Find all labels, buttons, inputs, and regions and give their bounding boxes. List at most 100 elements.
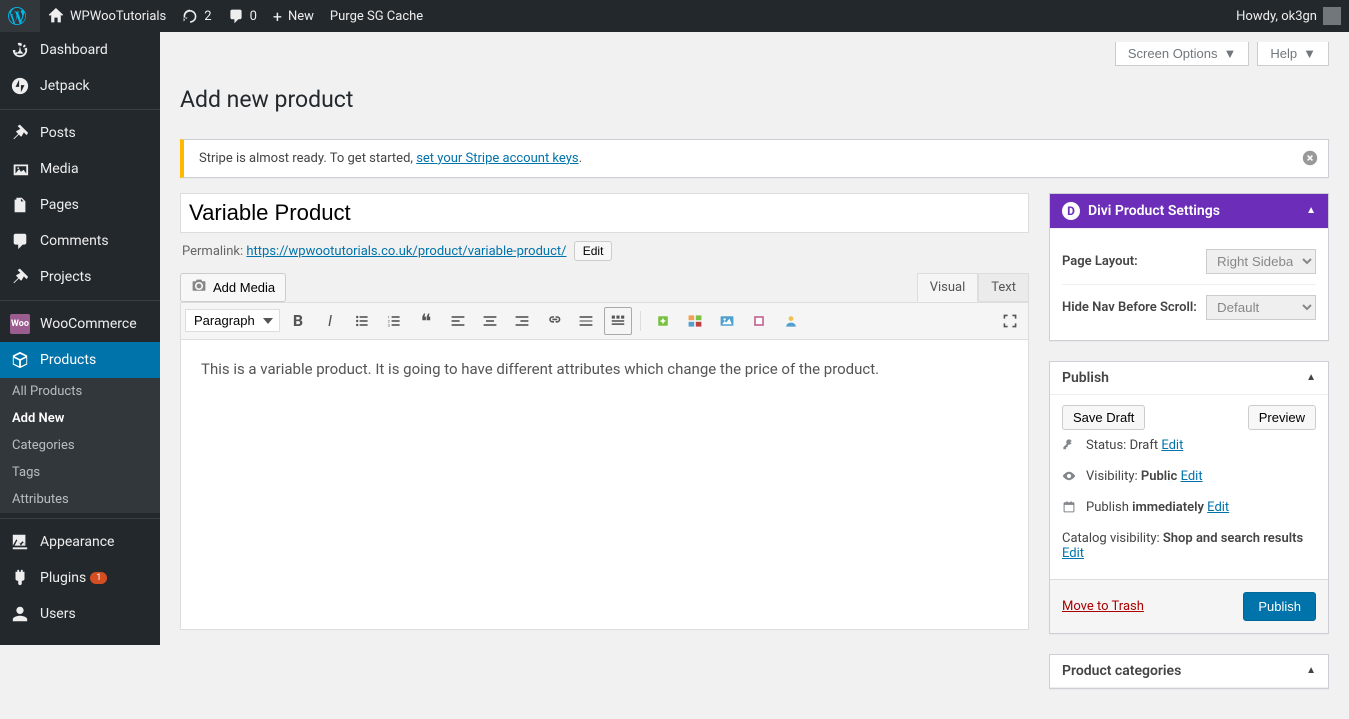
calendar-icon [1062,500,1078,514]
columns-button[interactable] [681,307,709,335]
avatar-icon [1323,7,1341,25]
edit-permalink-button[interactable]: Edit [574,241,613,261]
add-media-button[interactable]: Add Media [180,273,286,302]
edit-catalog-link[interactable]: Edit [1062,546,1084,561]
submenu-all-products[interactable]: All Products [0,378,160,405]
refresh-icon [182,8,198,24]
users-icon [10,604,30,624]
products-icon [10,350,30,370]
editor-content[interactable]: This is a variable product. It is going … [180,340,1029,630]
menu-media[interactable]: Media [0,151,160,187]
chevron-down-icon: ▼ [1303,46,1316,61]
permalink-row: Permalink: https://wpwootutorials.co.uk/… [182,241,1027,261]
purge-cache-link[interactable]: Purge SG Cache [322,0,431,32]
camera-icon [191,278,207,297]
menu-projects[interactable]: Projects [0,259,160,295]
stripe-notice: Stripe is almost ready. To get started, … [180,139,1329,178]
toolbar-toggle-button[interactable] [604,307,632,335]
comments-count: 0 [250,9,257,24]
page-layout-select[interactable]: Right Sidebar [1206,249,1316,274]
submenu-attributes[interactable]: Attributes [0,486,160,513]
product-title-input[interactable] [180,193,1029,233]
gallery-button[interactable] [745,307,773,335]
link-button[interactable] [540,307,568,335]
purge-label: Purge SG Cache [330,9,423,24]
move-to-trash-link[interactable]: Move to Trash [1062,599,1144,614]
plugins-icon [10,568,30,588]
collapse-icon[interactable]: ▲ [1306,205,1316,216]
insert-button[interactable] [649,307,677,335]
updates-link[interactable]: 2 [174,0,219,32]
comments-icon [10,231,30,251]
more-button[interactable] [572,307,600,335]
page-layout-label: Page Layout: [1062,254,1138,269]
visual-tab[interactable]: Visual [917,273,979,302]
align-right-button[interactable] [508,307,536,335]
projects-icon [10,267,30,287]
italic-button[interactable]: I [316,307,344,335]
submenu-add-new[interactable]: Add New [0,405,160,432]
text-tab[interactable]: Text [978,273,1029,302]
menu-products[interactable]: Products [0,342,160,378]
menu-woocommerce[interactable]: WooWooCommerce [0,306,160,342]
bullet-list-button[interactable] [348,307,376,335]
woocommerce-icon: Woo [10,314,30,334]
wp-logo[interactable] [0,0,40,32]
submenu-tags[interactable]: Tags [0,459,160,486]
user-button[interactable] [777,307,805,335]
permalink-link[interactable]: https://wpwootutorials.co.uk/product/var… [246,244,566,259]
media-icon [10,159,30,179]
howdy-link[interactable]: Howdy, ok3gn [1228,0,1349,32]
page-title: Add new product [180,76,353,119]
help-button[interactable]: Help ▼ [1257,42,1329,66]
number-list-button[interactable]: 123 [380,307,408,335]
preview-button[interactable]: Preview [1248,405,1316,430]
collapse-icon[interactable]: ▲ [1306,665,1316,676]
menu-comments[interactable]: Comments [0,223,160,259]
dismiss-icon[interactable] [1302,150,1318,170]
editor-toolbar: Paragraph B I 123 ❝ [180,302,1029,340]
submenu-categories[interactable]: Categories [0,432,160,459]
save-draft-button[interactable]: Save Draft [1062,405,1145,430]
menu-users[interactable]: Users [0,596,160,632]
edit-publish-link[interactable]: Edit [1207,500,1229,515]
stripe-keys-link[interactable]: set your Stripe account keys [416,151,578,166]
wordpress-icon [8,7,26,25]
format-select[interactable]: Paragraph [185,309,280,332]
publish-button[interactable]: Publish [1243,592,1316,621]
screen-options-button[interactable]: Screen Options ▼ [1115,42,1249,66]
menu-jetpack[interactable]: Jetpack [0,68,160,104]
hide-nav-label: Hide Nav Before Scroll: [1062,300,1197,315]
new-link[interactable]: + New [265,0,322,32]
image-button[interactable] [713,307,741,335]
fullscreen-button[interactable] [996,307,1024,335]
hide-nav-select[interactable]: Default [1206,295,1316,320]
plugins-badge: 1 [90,572,107,584]
new-label: New [288,9,314,24]
divi-settings-box: D Divi Product Settings ▲ Page Layout: R… [1049,193,1329,341]
divi-icon: D [1062,202,1080,220]
edit-visibility-link[interactable]: Edit [1181,469,1203,484]
notice-text: Stripe is almost ready. To get started, [199,151,416,166]
align-center-button[interactable] [476,307,504,335]
menu-appearance[interactable]: Appearance [0,524,160,560]
menu-posts[interactable]: Posts [0,115,160,151]
site-name-link[interactable]: WPWooTutorials [40,0,174,32]
main-content: Screen Options ▼ Help ▼ Add new product … [160,32,1349,719]
comment-icon [228,8,244,24]
chevron-down-icon: ▼ [1224,46,1237,61]
edit-status-link[interactable]: Edit [1161,438,1183,453]
categories-box: Product categories ▲ [1049,654,1329,689]
align-left-button[interactable] [444,307,472,335]
bold-button[interactable]: B [284,307,312,335]
collapse-icon[interactable]: ▲ [1306,372,1316,383]
key-icon [1062,438,1078,452]
menu-plugins[interactable]: Plugins1 [0,560,160,596]
comments-link[interactable]: 0 [220,0,265,32]
menu-dashboard[interactable]: Dashboard [0,32,160,68]
quote-button[interactable]: ❝ [412,307,440,335]
jetpack-icon [10,76,30,96]
site-name: WPWooTutorials [70,9,166,24]
howdy-text: Howdy, ok3gn [1236,9,1317,24]
menu-pages[interactable]: Pages [0,187,160,223]
